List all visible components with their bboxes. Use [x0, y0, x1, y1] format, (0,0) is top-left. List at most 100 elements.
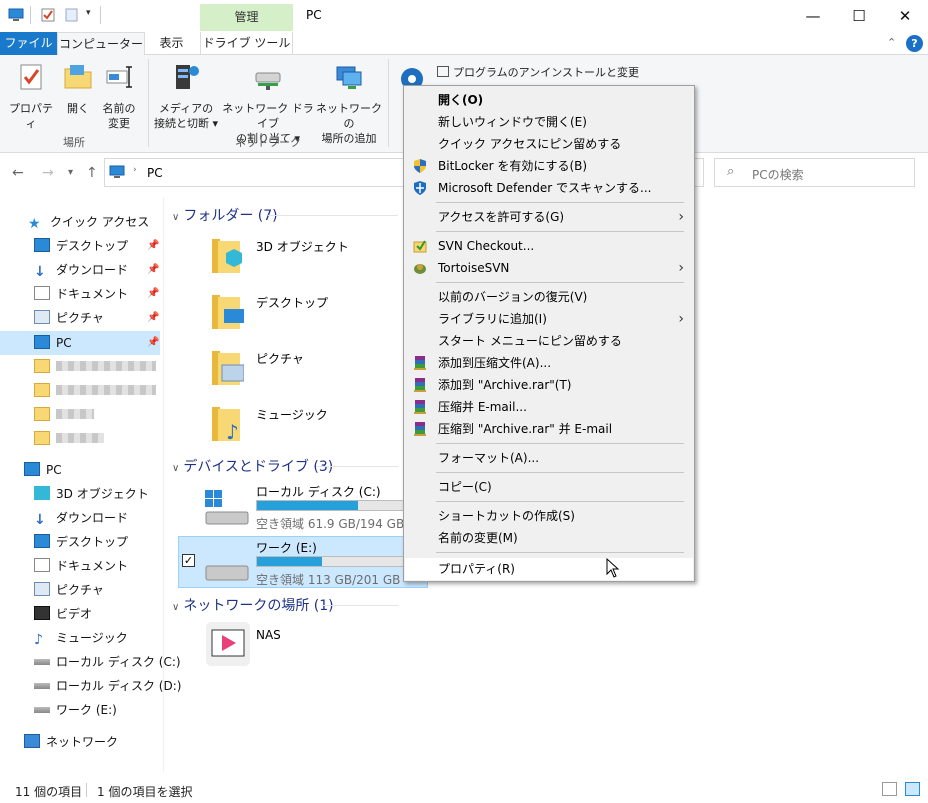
tab-view[interactable]: 表示: [149, 32, 194, 55]
new-folder-icon[interactable]: [64, 8, 80, 22]
drive-name[interactable]: ローカル ディスク (C:): [256, 483, 381, 500]
menu-item-defender-scan[interactable]: Microsoft Defender でスキャンする...: [404, 177, 694, 199]
pin-icon[interactable]: 📌: [147, 264, 159, 275]
menu-item-restore-versions[interactable]: 以前のバージョンの復元(V): [404, 286, 694, 308]
nas-media-icon[interactable]: [204, 620, 252, 668]
nav-pc-drive-c[interactable]: ローカル ディスク (C:): [34, 650, 181, 674]
pin-icon[interactable]: 📌: [147, 337, 159, 348]
recent-locations-chevron-icon[interactable]: ▾: [68, 167, 73, 178]
menu-item-open-new-window[interactable]: 新しいウィンドウで開く(E): [404, 111, 694, 133]
nav-qa-pc[interactable]: PC: [34, 331, 72, 355]
uninstall-programs-button[interactable]: プログラムのアンインストールと変更: [437, 64, 639, 80]
minimize-button[interactable]: —: [790, 0, 836, 32]
pin-icon[interactable]: 📌: [147, 288, 159, 299]
rename-button[interactable]: 名前の 変更: [100, 61, 138, 131]
details-view-icon[interactable]: [882, 782, 897, 796]
folder-pictures-icon[interactable]: [210, 347, 244, 387]
folder-name[interactable]: デスクトップ: [256, 294, 328, 311]
nav-qa-blurred-folder[interactable]: [34, 403, 94, 427]
item-checkbox[interactable]: ✓: [182, 554, 195, 567]
tab-computer[interactable]: コンピューター: [57, 32, 145, 56]
nav-pc-desktop[interactable]: デスクトップ: [34, 530, 128, 554]
menu-item-svn-checkout[interactable]: SVN Checkout...: [404, 235, 694, 257]
nav-label: PC: [56, 336, 72, 350]
menu-item-add-to-library[interactable]: ライブラリに追加(I) ›: [404, 308, 694, 330]
menu-item-format[interactable]: フォーマット(A)...: [404, 447, 694, 469]
close-button[interactable]: ✕: [882, 0, 928, 32]
rename-label-2: 変更: [108, 117, 130, 130]
drive-usage-bar: [256, 556, 406, 567]
nav-quick-access[interactable]: ★ クイック アクセス: [28, 210, 149, 234]
properties-icon[interactable]: [40, 8, 56, 22]
nav-network[interactable]: ネットワーク: [24, 730, 118, 754]
nav-pc-documents[interactable]: ドキュメント: [34, 554, 128, 578]
nav-pc-music[interactable]: ♪ ミュージック: [34, 626, 128, 650]
breadcrumb-pc[interactable]: PC: [147, 166, 163, 180]
folder-3d-objects-icon[interactable]: [210, 235, 244, 275]
menu-item-give-access[interactable]: アクセスを許可する(G) ›: [404, 206, 694, 228]
network-section-header[interactable]: ∨ ネットワークの場所 (1): [172, 595, 334, 615]
nav-qa-blurred-folder[interactable]: [34, 379, 156, 403]
media-connect-button[interactable]: メディアの 接続と切断 ▾: [152, 61, 220, 131]
search-placeholder: PCの検索: [752, 168, 804, 182]
up-arrow-icon[interactable]: ↑: [86, 165, 98, 181]
rename-icon: [106, 66, 132, 88]
nav-qa-blurred-folder[interactable]: [34, 427, 104, 451]
open-button[interactable]: 開く: [60, 61, 96, 116]
pin-icon[interactable]: 📌: [147, 240, 159, 251]
drive-icon[interactable]: [202, 556, 250, 586]
menu-item-pin-quick-access[interactable]: クイック アクセスにピン留めする: [404, 133, 694, 155]
tab-drive-tools[interactable]: ドライブ ツール: [200, 32, 293, 55]
menu-item-copy[interactable]: コピー(C): [404, 476, 694, 498]
folder-name[interactable]: ピクチャ: [256, 350, 304, 367]
menu-item-rename[interactable]: 名前の変更(M): [404, 527, 694, 549]
menu-item-rar-archive-email[interactable]: 压缩到 "Archive.rar" 并 E-mail: [404, 418, 694, 440]
divider: [268, 215, 398, 216]
menu-item-rar-add[interactable]: 添加到压缩文件(A)...: [404, 352, 694, 374]
nav-qa-documents[interactable]: ドキュメント: [34, 282, 128, 306]
help-icon[interactable]: ?: [906, 35, 923, 52]
folders-section-header[interactable]: ∨ フォルダー (7): [172, 205, 278, 225]
menu-item-open[interactable]: 開く(O): [404, 89, 694, 111]
nav-qa-desktop[interactable]: デスクトップ: [34, 234, 128, 258]
system-drive-icon[interactable]: [202, 488, 250, 528]
menu-item-pin-start[interactable]: スタート メニューにピン留めする: [404, 330, 694, 352]
menu-item-create-shortcut[interactable]: ショートカットの作成(S): [404, 505, 694, 527]
tab-file[interactable]: ファイル: [0, 32, 57, 55]
nav-pc-downloads[interactable]: ↓ ダウンロード: [34, 506, 128, 530]
nav-pc-3d-objects[interactable]: 3D オブジェクト: [34, 482, 149, 506]
large-icons-view-icon[interactable]: [905, 782, 920, 796]
menu-separator: [436, 472, 684, 473]
collapse-ribbon-icon[interactable]: ⌃: [887, 36, 896, 49]
breadcrumb-separator-icon[interactable]: ›: [133, 165, 137, 175]
drive-name[interactable]: ワーク (E:): [256, 539, 317, 556]
menu-item-bitlocker[interactable]: BitLocker を有効にする(B): [404, 155, 694, 177]
menu-item-rar-add-archive[interactable]: 添加到 "Archive.rar"(T): [404, 374, 694, 396]
nav-qa-downloads[interactable]: ↓ ダウンロード: [34, 258, 128, 282]
network-item-name[interactable]: NAS: [256, 628, 281, 642]
nav-qa-pictures[interactable]: ピクチャ: [34, 306, 104, 330]
pin-icon[interactable]: 📌: [147, 312, 159, 323]
search-box[interactable]: ⌕: [714, 158, 915, 187]
menu-item-tortoisesvn[interactable]: TortoiseSVN ›: [404, 257, 694, 279]
menu-item-properties[interactable]: プロパティ(R): [404, 558, 694, 580]
nav-pc-videos[interactable]: ビデオ: [34, 602, 92, 626]
menu-item-rar-email[interactable]: 压缩并 E-mail...: [404, 396, 694, 418]
nav-pc[interactable]: PC: [24, 458, 62, 482]
folder-icon: [34, 407, 50, 421]
properties-button[interactable]: プロパティ: [6, 61, 56, 131]
customize-qa-chevron-icon[interactable]: ▾: [86, 8, 91, 18]
nav-pc-drive-e[interactable]: ワーク (E:): [34, 698, 117, 722]
devices-section-header[interactable]: ∨ デバイスとドライブ (3): [172, 456, 333, 476]
drive-free-space: 空き領域 61.9 GB/194 GB: [256, 517, 405, 531]
forward-arrow-icon[interactable]: →: [42, 165, 54, 181]
nav-pc-pictures[interactable]: ピクチャ: [34, 578, 104, 602]
nav-pc-drive-d[interactable]: ローカル ディスク (D:): [34, 674, 181, 698]
folder-music-icon[interactable]: ♪: [210, 403, 244, 443]
folder-name[interactable]: 3D オブジェクト: [256, 238, 349, 255]
folder-name[interactable]: ミュージック: [256, 406, 328, 423]
maximize-button[interactable]: ☐: [836, 0, 882, 32]
back-arrow-icon[interactable]: ←: [12, 165, 24, 181]
nav-qa-blurred-folder[interactable]: [34, 355, 156, 379]
folder-desktop-icon[interactable]: [210, 291, 244, 331]
